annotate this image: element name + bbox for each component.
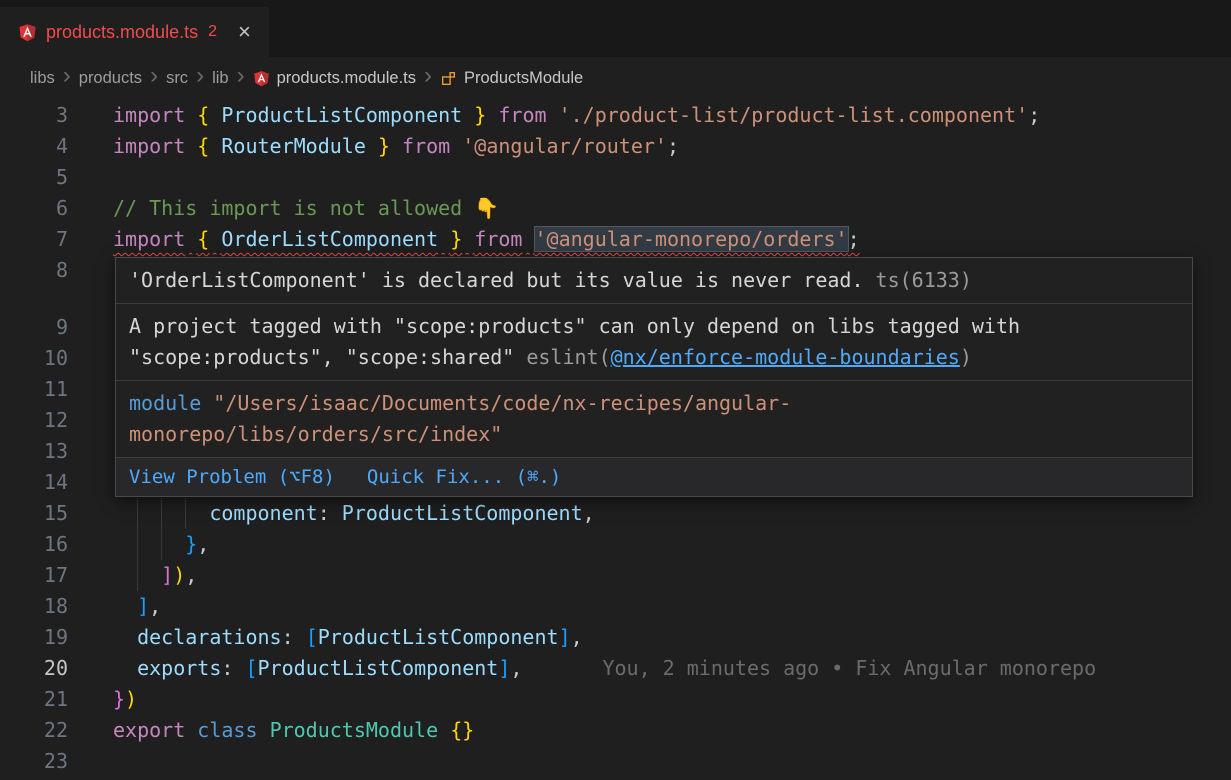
hover-text-line: module "/Users/isaac/Documents/code/nx-r… (129, 388, 1179, 419)
code-line[interactable]: 16 }, (0, 529, 1231, 560)
hover-section: A project tagged with "scope:products" c… (116, 304, 1192, 381)
breadcrumb-item-products[interactable]: products (79, 69, 142, 88)
line-number: 11 (0, 374, 68, 405)
code-line[interactable]: 23 (0, 746, 1231, 777)
code-text: ]), (113, 560, 1231, 591)
line-number: 3 (0, 100, 68, 131)
code-text: import { RouterModule } from '@angular/r… (113, 131, 1231, 162)
hover-status-bar: View Problem (⌥F8) Quick Fix... (⌘.) (116, 458, 1192, 496)
eslint-rule-link[interactable]: @nx/enforce-module-boundaries (611, 345, 960, 369)
close-icon[interactable]: × (238, 21, 251, 43)
code-line[interactable]: 20 exports: [ProductListComponent],You, … (0, 653, 1231, 684)
code-text: // This import is not allowed 👇 (113, 193, 1231, 224)
line-number: 5 (0, 162, 68, 193)
tab-products-module[interactable]: products.module.ts 2 × (0, 7, 270, 57)
code-text: }, (113, 529, 1231, 560)
code-line[interactable]: 18 ], (0, 591, 1231, 622)
line-number: 14 (0, 467, 68, 498)
code-text: import { OrderListComponent } from '@ang… (113, 224, 1231, 255)
code-line[interactable]: 4 import { RouterModule } from '@angular/… (0, 131, 1231, 162)
line-number: 16 (0, 529, 68, 560)
line-number: 21 (0, 684, 68, 715)
code-line[interactable]: 6 // This import is not allowed 👇 (0, 193, 1231, 224)
chevron-right-icon: › (63, 64, 71, 88)
code-text: declarations: [ProductListComponent], (113, 622, 1231, 653)
hover-body: 'OrderListComponent' is declared but its… (116, 258, 1192, 458)
hover-section: 'OrderListComponent' is declared but its… (116, 258, 1192, 304)
line-number: 23 (0, 746, 68, 777)
hover-text-line: A project tagged with "scope:products" c… (129, 311, 1179, 342)
indent-guide (185, 498, 186, 529)
code-text: component: ProductListComponent, (113, 498, 1231, 529)
line-number: 19 (0, 622, 68, 653)
code-text: }) (113, 684, 1231, 715)
breadcrumb-item-src[interactable]: src (166, 69, 188, 88)
line-number: 22 (0, 715, 68, 746)
indent-guide (161, 498, 162, 529)
code-line[interactable]: 22 export class ProductsModule {} (0, 715, 1231, 746)
angular-icon (253, 70, 270, 87)
line-number: 4 (0, 131, 68, 162)
tab-title: products.module.ts (46, 22, 198, 43)
code-text (113, 162, 1231, 193)
angular-icon (18, 23, 37, 42)
git-blame-annotation: You, 2 minutes ago • Fix Angular monorep… (602, 656, 1096, 680)
indent-guide (161, 529, 162, 560)
hover-section: module "/Users/isaac/Documents/code/nx-r… (116, 381, 1192, 458)
class-symbol-icon (440, 70, 457, 87)
code-text (113, 746, 1231, 777)
code-line[interactable]: 5 (0, 162, 1231, 193)
line-number: 15 (0, 498, 68, 529)
line-number: 9 (0, 312, 68, 343)
code-line[interactable]: 7 import { OrderListComponent } from '@an… (0, 224, 1231, 255)
indent-guide (137, 529, 138, 560)
breadcrumb-item-libs[interactable]: libs (30, 69, 55, 88)
line-number: 12 (0, 405, 68, 436)
line-number: 7 (0, 224, 68, 255)
hover-text-line: "scope:products", "scope:shared" eslint(… (129, 342, 1179, 373)
code-text: import { ProductListComponent } from './… (113, 100, 1231, 131)
breadcrumb-item-file[interactable]: products.module.ts (277, 69, 416, 88)
tab-problems-badge: 2 (208, 23, 217, 41)
hover-text-line: monorepo/libs/orders/src/index" (129, 419, 1179, 450)
line-number: 8 (0, 255, 68, 286)
chevron-right-icon: › (150, 64, 158, 88)
tab-bar: products.module.ts 2 × (0, 0, 1231, 57)
line-number: 10 (0, 343, 68, 374)
code-line[interactable]: 17 ]), (0, 560, 1231, 591)
chevron-right-icon: › (424, 64, 432, 88)
code-line[interactable]: 15 component: ProductListComponent, (0, 498, 1231, 529)
line-number: 17 (0, 560, 68, 591)
hover-text-line: 'OrderListComponent' is declared but its… (129, 265, 1179, 296)
line-number: 20 (0, 653, 68, 684)
line-number: 13 (0, 436, 68, 467)
code-line[interactable]: 3 import { ProductListComponent } from '.… (0, 100, 1231, 131)
chevron-right-icon: › (196, 64, 204, 88)
code-line[interactable]: 21}) (0, 684, 1231, 715)
chevron-right-icon: › (237, 64, 245, 88)
breadcrumb: libs › products › src › lib › products.m… (0, 57, 1231, 99)
quick-fix-action[interactable]: Quick Fix... (⌘.) (367, 464, 561, 490)
line-number: 6 (0, 193, 68, 224)
code-line[interactable]: 19 declarations: [ProductListComponent], (0, 622, 1231, 653)
error-squiggle: import { OrderListComponent } from '@ang… (113, 227, 860, 251)
line-number: 18 (0, 591, 68, 622)
code-text: exports: [ProductListComponent],You, 2 m… (113, 653, 1231, 684)
vscode-window: products.module.ts 2 × libs › products ›… (0, 0, 1231, 780)
view-problem-action[interactable]: View Problem (⌥F8) (129, 464, 335, 490)
breadcrumb-item-symbol[interactable]: ProductsModule (464, 69, 583, 88)
breadcrumb-item-lib[interactable]: lib (212, 69, 229, 88)
indent-guide (137, 560, 138, 591)
code-text: export class ProductsModule {} (113, 715, 1231, 746)
hover-popup: 'OrderListComponent' is declared but its… (115, 257, 1193, 497)
code-text: ], (113, 591, 1231, 622)
indent-guide (137, 498, 138, 529)
